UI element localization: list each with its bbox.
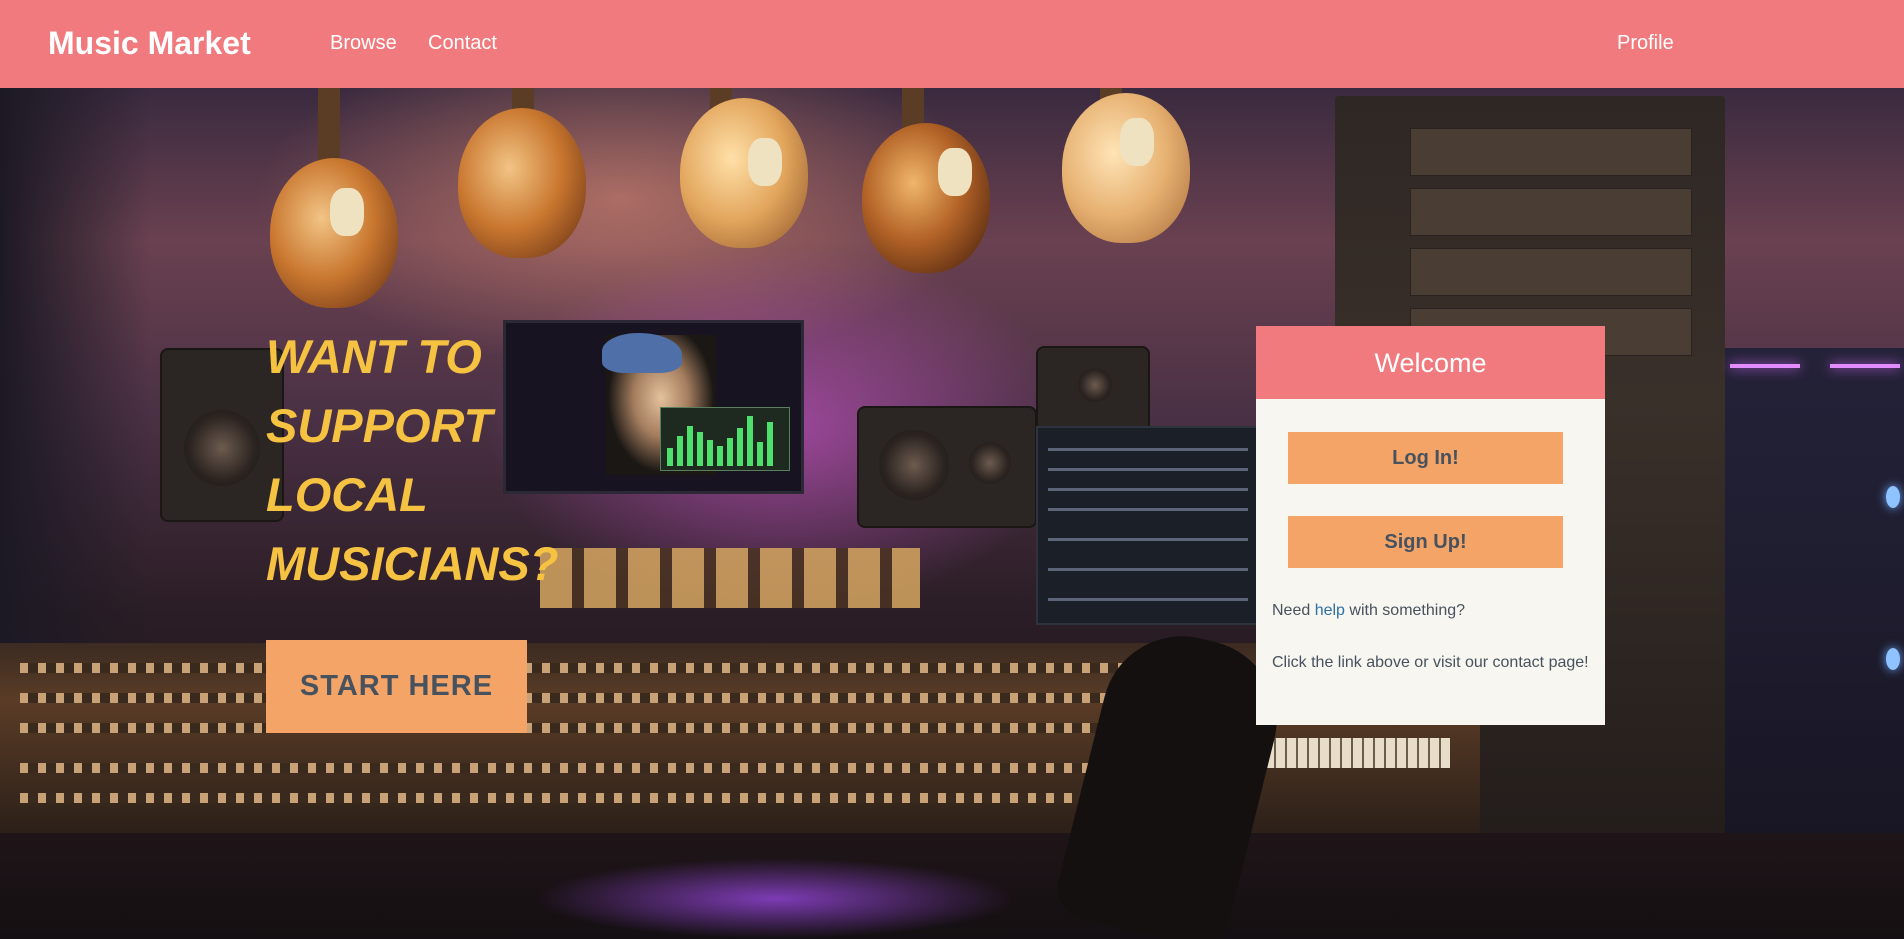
hero-headline: WANT TO SUPPORT LOCAL MUSICIANS?: [266, 322, 558, 598]
log-in-button[interactable]: Log In!: [1288, 432, 1563, 484]
purple-light: [535, 858, 1015, 939]
guitar-pickguard: [1120, 118, 1154, 166]
help-prefix: Need: [1272, 602, 1315, 619]
daw-screen: [1036, 426, 1265, 625]
guitar-pickguard: [330, 188, 364, 236]
headline-line: MUSICIANS?: [266, 537, 559, 590]
vu-meters: [540, 548, 920, 608]
rack-unit: [1410, 128, 1692, 176]
rack-unit: [1410, 188, 1692, 236]
top-nav: Music Market Browse Contact Profile: [0, 0, 1904, 88]
guitar-image: [270, 158, 398, 308]
start-here-button[interactable]: START HERE: [266, 640, 527, 733]
pink-light: [1730, 364, 1800, 368]
help-text: Need help with something?: [1272, 602, 1465, 620]
welcome-card: Welcome Log In! Sign Up! Need help with …: [1256, 326, 1605, 725]
sign-up-button[interactable]: Sign Up!: [1288, 516, 1563, 568]
headline-line: LOCAL: [266, 468, 428, 521]
portrait-scarf: [602, 333, 682, 373]
welcome-card-header: Welcome: [1256, 326, 1605, 399]
nav-link-contact[interactable]: Contact: [428, 32, 497, 55]
guitar-pickguard: [748, 138, 782, 186]
guitar-image: [458, 108, 586, 258]
help-link[interactable]: help: [1315, 602, 1345, 619]
rack-unit: [1410, 248, 1692, 296]
nav-link-profile[interactable]: Profile: [1617, 32, 1674, 55]
pink-light: [1830, 364, 1900, 368]
equalizer-display: [660, 407, 790, 471]
help-suffix: with something?: [1344, 602, 1466, 619]
blue-light: [1886, 486, 1900, 508]
nav-link-browse[interactable]: Browse: [330, 32, 397, 55]
contact-text: Click the link above or visit our contac…: [1272, 654, 1589, 671]
guitar-image: [1062, 93, 1190, 243]
speaker-image: [1036, 346, 1150, 432]
guitar-pickguard: [938, 148, 972, 196]
guitar-image: [680, 98, 808, 248]
speaker-image: [857, 406, 1037, 528]
welcome-title: Welcome: [1374, 348, 1487, 378]
brand-logo-text[interactable]: Music Market: [48, 25, 251, 62]
headline-line: WANT TO: [266, 330, 482, 383]
guitar-image: [862, 123, 990, 273]
equipment-rack: [1725, 348, 1904, 848]
headline-line: SUPPORT: [266, 399, 493, 452]
blue-light: [1886, 648, 1900, 670]
